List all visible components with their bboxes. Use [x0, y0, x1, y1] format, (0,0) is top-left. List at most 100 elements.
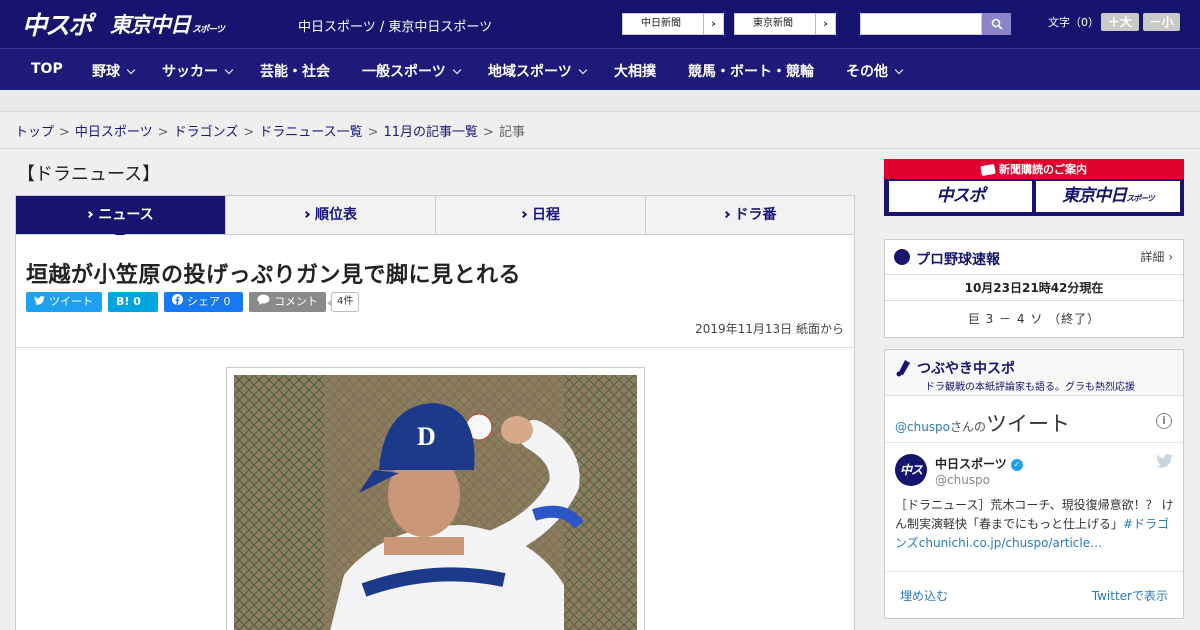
divider: [885, 571, 1183, 572]
megaphone-icon: [896, 360, 910, 377]
chevron-right-icon: [519, 210, 528, 219]
tweet-author-name[interactable]: 中日スポーツ ✓: [935, 455, 1023, 472]
baseball-icon: [894, 249, 910, 265]
twitter-bird-icon[interactable]: [1156, 454, 1173, 468]
nav-item-other[interactable]: その他: [846, 61, 904, 81]
breadcrumb-separator: >: [157, 125, 169, 140]
timeline-word: ツイート: [986, 412, 1071, 436]
tweet-author-handle[interactable]: @chuspo: [935, 473, 990, 487]
twitter-widget-header: つぶやき中スポ ドラ観戦の本紙評論家も語る。グラも熱烈応援: [885, 350, 1183, 396]
font-size-label: 文字（0）: [1048, 16, 1099, 29]
author-name-text: 中日スポーツ: [935, 457, 1007, 471]
comment-button[interactable]: コメント: [249, 292, 326, 312]
nav-item-general-sports[interactable]: 一般スポーツ: [362, 61, 461, 81]
nav-item-sumo[interactable]: 大相撲: [614, 61, 656, 81]
tweet-button[interactable]: ツイート: [26, 292, 102, 312]
view-on-twitter-link[interactable]: Twitterで表示: [1092, 587, 1168, 604]
tokyo-chunichi-logo[interactable]: 東京中日 スポーツ: [110, 9, 225, 39]
hatena-count: 0: [133, 295, 141, 308]
nav-label: 芸能・社会: [260, 64, 330, 80]
score-detail-link[interactable]: 詳細 ›: [1140, 248, 1173, 265]
avatar[interactable]: 中スポ: [895, 454, 927, 509]
twitter-widget: つぶやき中スポ ドラ観戦の本紙評論家も語る。グラも熱烈応援 @chuspoさんの…: [884, 349, 1184, 619]
nav-item-soccer[interactable]: サッカー: [162, 61, 234, 81]
ad-stripe: [0, 90, 1200, 112]
score-result[interactable]: 巨 3 － 4 ソ （終了）: [885, 310, 1183, 327]
article-photo[interactable]: D: [234, 375, 637, 630]
breadcrumb-link[interactable]: ドラニュース一覧: [259, 125, 362, 140]
facebook-count: 0: [223, 295, 231, 308]
ad-right-small: スポーツ: [1126, 194, 1155, 203]
chunichi-shimbun-link[interactable]: 中日新聞 ›: [622, 13, 724, 35]
newspaper-icon: [980, 163, 996, 177]
chevron-down-icon: [126, 65, 136, 75]
timeline-heading: @chuspoさんのツイート: [895, 408, 1070, 438]
chevron-right-icon: ›: [815, 14, 835, 34]
nav-label: 地域スポーツ: [488, 64, 572, 80]
info-icon[interactable]: i: [1156, 413, 1172, 429]
score-header: プロ野球速報 詳細 ›: [885, 240, 1183, 275]
breadcrumb-link[interactable]: 11月の記事一覧: [384, 125, 479, 140]
subscription-ad-title: 新聞購読のご案内: [884, 161, 1184, 177]
tab-label: ニュース: [98, 207, 154, 223]
tab-dora-ban[interactable]: ドラ番: [646, 196, 854, 234]
nav-label: サッカー: [162, 64, 218, 80]
chevron-right-icon: ›: [703, 14, 723, 34]
section-tabs: ニュース 順位表 日程 ドラ番: [15, 195, 855, 235]
nav-item-baseball[interactable]: 野球: [92, 61, 136, 81]
tokyo-shimbun-link[interactable]: 東京新聞 ›: [734, 13, 836, 35]
chevron-right-icon: [86, 210, 94, 219]
breadcrumb-separator: >: [483, 125, 494, 140]
nav-item-local-sports[interactable]: 地域スポーツ: [488, 61, 587, 81]
svg-text:D: D: [417, 422, 436, 451]
embed-link[interactable]: 埋め込む: [900, 587, 948, 604]
speech-bubble-icon: [257, 292, 270, 312]
divider: [16, 347, 854, 348]
divider: [0, 148, 1200, 149]
tab-news[interactable]: ニュース: [16, 196, 226, 234]
comment-count-badge[interactable]: 4件: [326, 292, 360, 312]
font-bigger-button[interactable]: ＋大: [1101, 13, 1139, 31]
ext-link-label: 東京新聞: [753, 18, 793, 29]
subscribe-chuspo-button[interactable]: 中スポ: [889, 181, 1032, 212]
tab-standings[interactable]: 順位表: [226, 196, 436, 234]
comment-label: コメント: [274, 295, 318, 308]
facebook-share-button[interactable]: シェア 0: [164, 292, 243, 312]
nav-item-racing[interactable]: 競馬・ボート・競輪: [688, 61, 814, 81]
font-smaller-button[interactable]: －小: [1143, 13, 1180, 31]
timeline-suffix: さんの: [950, 420, 987, 434]
subscribe-tokyo-chunichi-button[interactable]: 東京中日スポーツ: [1036, 181, 1180, 212]
chevron-down-icon: [224, 65, 234, 75]
breadcrumb-current: 記事: [498, 125, 525, 140]
verified-badge-icon: ✓: [1010, 458, 1023, 471]
main-nav: TOP 野球 サッカー 芸能・社会 一般スポーツ 地域スポーツ 大相撲 競馬・ボ…: [0, 48, 1200, 90]
score-title: プロ野球速報: [916, 252, 1000, 268]
breadcrumb-separator: >: [243, 125, 255, 140]
nav-item-top[interactable]: TOP: [31, 61, 63, 77]
site-header: 中スポ 東京中日 スポーツ 中日スポーツ / 東京中日スポーツ 中日新聞 › 東京新…: [0, 0, 1200, 48]
breadcrumb-link[interactable]: トップ: [15, 125, 54, 140]
tokyo-logo-text: 東京中日: [110, 13, 191, 37]
tab-label: ドラ番: [734, 207, 777, 223]
nav-label: 競馬・ボート・競輪: [688, 64, 814, 80]
site-title[interactable]: 中日スポーツ / 東京中日スポーツ: [298, 16, 492, 35]
hatena-bookmark-button[interactable]: B! 0: [108, 292, 158, 312]
ad-title-text: 新聞購読のご案内: [999, 163, 1087, 176]
chuspo-logo[interactable]: 中スポ: [22, 6, 93, 42]
nav-item-entertainment[interactable]: 芸能・社会: [260, 61, 330, 81]
chevron-right-icon: [722, 210, 730, 219]
breadcrumb-separator: >: [59, 125, 70, 140]
tweet-link[interactable]: chunichi.co.jp/chuspo/article…: [919, 536, 1102, 550]
search-button[interactable]: [982, 13, 1011, 35]
tweet-label: ツイート: [49, 295, 93, 308]
twitter-widget-title: つぶやき中スポ: [917, 361, 1015, 377]
divider: [885, 300, 1183, 301]
breadcrumb-link[interactable]: 中日スポーツ: [75, 125, 153, 140]
search-input[interactable]: [860, 13, 982, 35]
hatena-label: B!: [116, 295, 130, 308]
tweet-text: ［ドラニュース］荒木コーチ、現役復帰意欲！？ けん制実演軽快「春までにもっと仕上…: [895, 496, 1177, 553]
timeline-handle-link[interactable]: @chuspo: [895, 420, 950, 434]
article: 垣越が小笠原の投げっぷりガン見で脚に見とれる ツイート B! 0 シェア 0 コ…: [15, 235, 855, 630]
tab-schedule[interactable]: 日程: [436, 196, 646, 234]
breadcrumb-link[interactable]: ドラゴンズ: [174, 125, 239, 140]
